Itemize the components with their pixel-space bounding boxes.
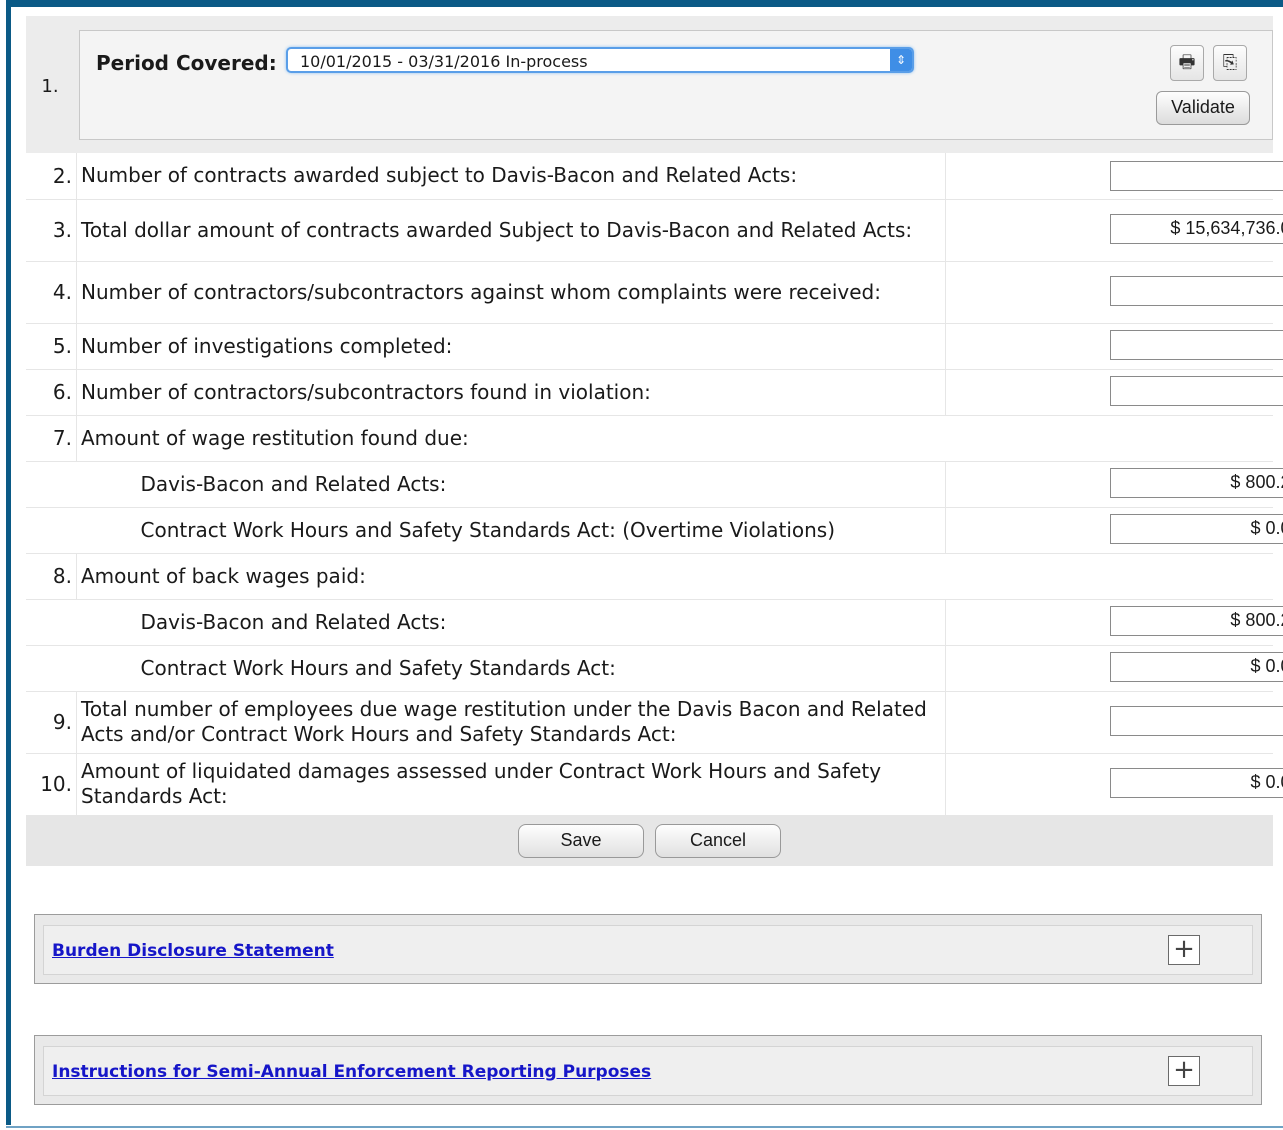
complaints-received-input[interactable]: 0 (1109, 275, 1283, 306)
row-number: 3. (26, 199, 77, 262)
window-bottom-border (6, 1126, 1283, 1128)
field-label: Number of contracts awarded subject to D… (76, 153, 946, 200)
field-label: Total number of employees due wage resti… (76, 691, 946, 754)
period-covered-value: 10/01/2015 - 03/31/2016 In-process (300, 52, 588, 71)
period-covered-label: Period Covered: (96, 51, 277, 75)
row-number: 7. (26, 415, 77, 462)
field-label: Amount of liquidated damages assessed un… (76, 753, 946, 816)
field-label: Contract Work Hours and Safety Standards… (76, 645, 946, 692)
table-row: Davis-Bacon and Related Acts: $ 800.26 (26, 599, 1283, 646)
export-button[interactable]: ⎘ (1213, 45, 1247, 81)
contracts-awarded-input[interactable]: 3 (1109, 161, 1283, 191)
instructions-link[interactable]: Instructions for Semi-Annual Enforcement… (52, 1062, 651, 1082)
table-row: 5. Number of investigations completed: 2 (26, 323, 1283, 370)
field-label: Total dollar amount of contracts awarded… (76, 199, 946, 262)
wage-restitution-cwhssa-input[interactable]: $ 0.00 (1109, 513, 1283, 544)
field-label: Number of contractors/subcontractors aga… (76, 261, 946, 324)
row-number: 2. (26, 153, 77, 200)
table-row: 9. Total number of employees due wage re… (26, 691, 1283, 754)
field-label: Contract Work Hours and Safety Standards… (76, 507, 946, 554)
table-row: 10. Amount of liquidated damages assesse… (26, 753, 1283, 816)
field-label: Number of contractors/subcontractors fou… (76, 369, 946, 416)
enforcement-report-form: 1. Period Covered: 10/01/2015 - 03/31/20… (26, 16, 1283, 866)
table-row: 3. Total dollar amount of contracts awar… (26, 199, 1283, 262)
row-number: 9. (26, 691, 77, 754)
report-fields-table: 2. Number of contracts awarded subject t… (26, 153, 1283, 816)
period-panel: Period Covered: 10/01/2015 - 03/31/2016 … (79, 30, 1273, 140)
employees-due-restitution-input[interactable]: 2 (1109, 705, 1283, 736)
table-row: 4. Number of contractors/subcontractors … (26, 261, 1283, 324)
validate-button[interactable]: Validate (1156, 91, 1250, 125)
table-row: 6. Number of contractors/subcontractors … (26, 369, 1283, 416)
table-row: Davis-Bacon and Related Acts: $ 800.26 (26, 461, 1283, 508)
print-button[interactable]: 🖶 (1170, 45, 1204, 81)
row-number: 4. (26, 261, 77, 324)
found-in-violation-input[interactable]: 1 (1109, 375, 1283, 406)
field-label: Davis-Bacon and Related Acts: (76, 599, 946, 646)
table-row: Contract Work Hours and Safety Standards… (26, 507, 1283, 554)
cancel-button[interactable]: Cancel (655, 823, 781, 858)
select-arrows-icon: ⇕ (890, 49, 912, 71)
printer-icon: 🖶 (1178, 52, 1196, 73)
row-number: 5. (26, 323, 77, 370)
row-number: 1. (41, 76, 59, 97)
wage-restitution-dbra-input[interactable]: $ 800.26 (1109, 467, 1283, 498)
row-number: 6. (26, 369, 77, 416)
field-label: Number of investigations completed: (76, 323, 946, 370)
period-covered-select[interactable]: 10/01/2015 - 03/31/2016 In-process ⇕ (286, 47, 914, 73)
document-export-icon: ⎘ (1222, 52, 1238, 73)
table-row: Contract Work Hours and Safety Standards… (26, 645, 1283, 692)
window-left-border (6, 0, 11, 1125)
row-number: 8. (26, 553, 77, 600)
section-heading: Amount of wage restitution found due: (76, 415, 1273, 462)
window-top-border (8, 0, 1283, 7)
row-number: 10. (26, 753, 77, 816)
expand-plus-icon[interactable]: + (1168, 1056, 1200, 1086)
instructions-section: Instructions for Semi-Annual Enforcement… (34, 1035, 1262, 1105)
table-row: 8. Amount of back wages paid: (26, 553, 1273, 600)
section-heading: Amount of back wages paid: (76, 553, 1273, 600)
back-wages-cwhssa-input[interactable]: $ 0.00 (1109, 651, 1283, 682)
burden-disclosure-link[interactable]: Burden Disclosure Statement (52, 941, 334, 961)
investigations-completed-input[interactable]: 2 (1109, 329, 1283, 360)
liquidated-damages-input[interactable]: $ 0.00 (1109, 767, 1283, 798)
period-row: 1. Period Covered: 10/01/2015 - 03/31/20… (26, 16, 1273, 153)
back-wages-dbra-input[interactable]: $ 800.26 (1109, 605, 1283, 636)
save-button[interactable]: Save (518, 823, 644, 858)
field-label: Davis-Bacon and Related Acts: (76, 461, 946, 508)
burden-disclosure-section: Burden Disclosure Statement + (34, 914, 1262, 984)
table-row: 7. Amount of wage restitution found due: (26, 415, 1273, 462)
expand-plus-icon[interactable]: + (1168, 935, 1200, 965)
form-button-bar: Save Cancel (26, 815, 1273, 866)
contracts-dollar-amount-input[interactable]: $ 15,634,736.00 (1109, 213, 1283, 244)
table-row: 2. Number of contracts awarded subject t… (26, 153, 1283, 200)
